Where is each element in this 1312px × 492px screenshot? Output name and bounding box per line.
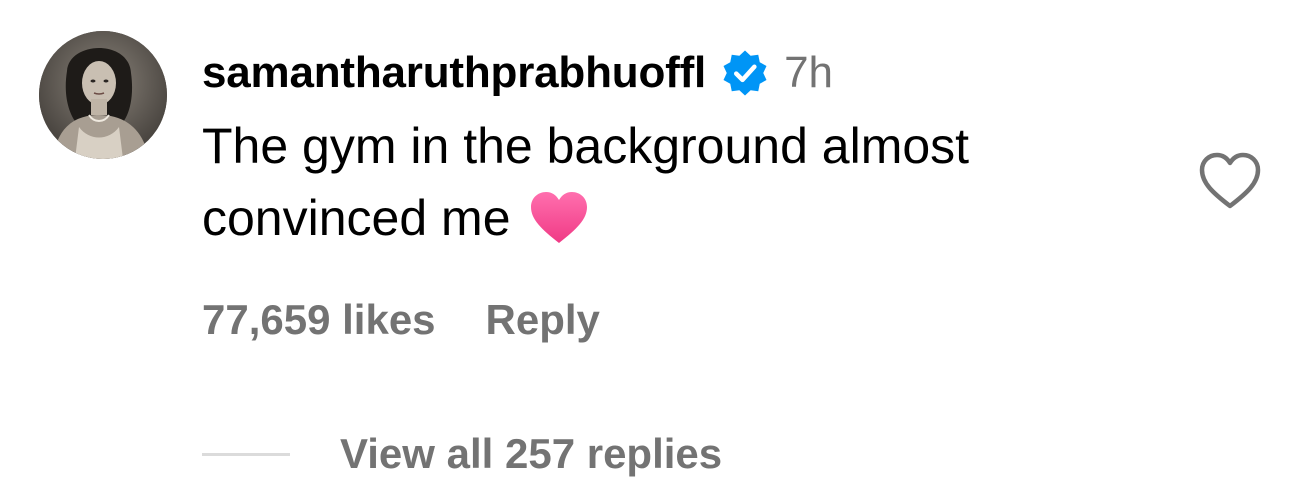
likes-count[interactable]: 77,659 likes bbox=[202, 296, 436, 344]
profile-photo-image bbox=[39, 31, 167, 159]
comment-item: samantharuthprabhuoffl 7h The gym in the… bbox=[0, 0, 1312, 492]
comment-meta: 77,659 likes Reply bbox=[202, 290, 600, 350]
view-replies-button[interactable]: View all 257 replies bbox=[340, 430, 722, 478]
replies-divider bbox=[202, 452, 290, 456]
comment-header: samantharuthprabhuoffl 7h bbox=[202, 40, 1162, 106]
avatar[interactable] bbox=[39, 31, 167, 159]
username-link[interactable]: samantharuthprabhuoffl bbox=[202, 48, 706, 98]
verified-badge-icon bbox=[720, 48, 770, 98]
view-replies-row: View all 257 replies bbox=[202, 424, 722, 484]
comment-body: samantharuthprabhuoffl 7h The gym in the… bbox=[202, 40, 1162, 254]
comment-text: The gym in the background almost convinc… bbox=[202, 110, 1122, 254]
like-heart-outline-icon[interactable] bbox=[1197, 150, 1263, 212]
reply-button[interactable]: Reply bbox=[486, 296, 600, 344]
pink-heart-emoji-icon bbox=[529, 191, 589, 245]
timestamp: 7h bbox=[784, 48, 834, 97]
